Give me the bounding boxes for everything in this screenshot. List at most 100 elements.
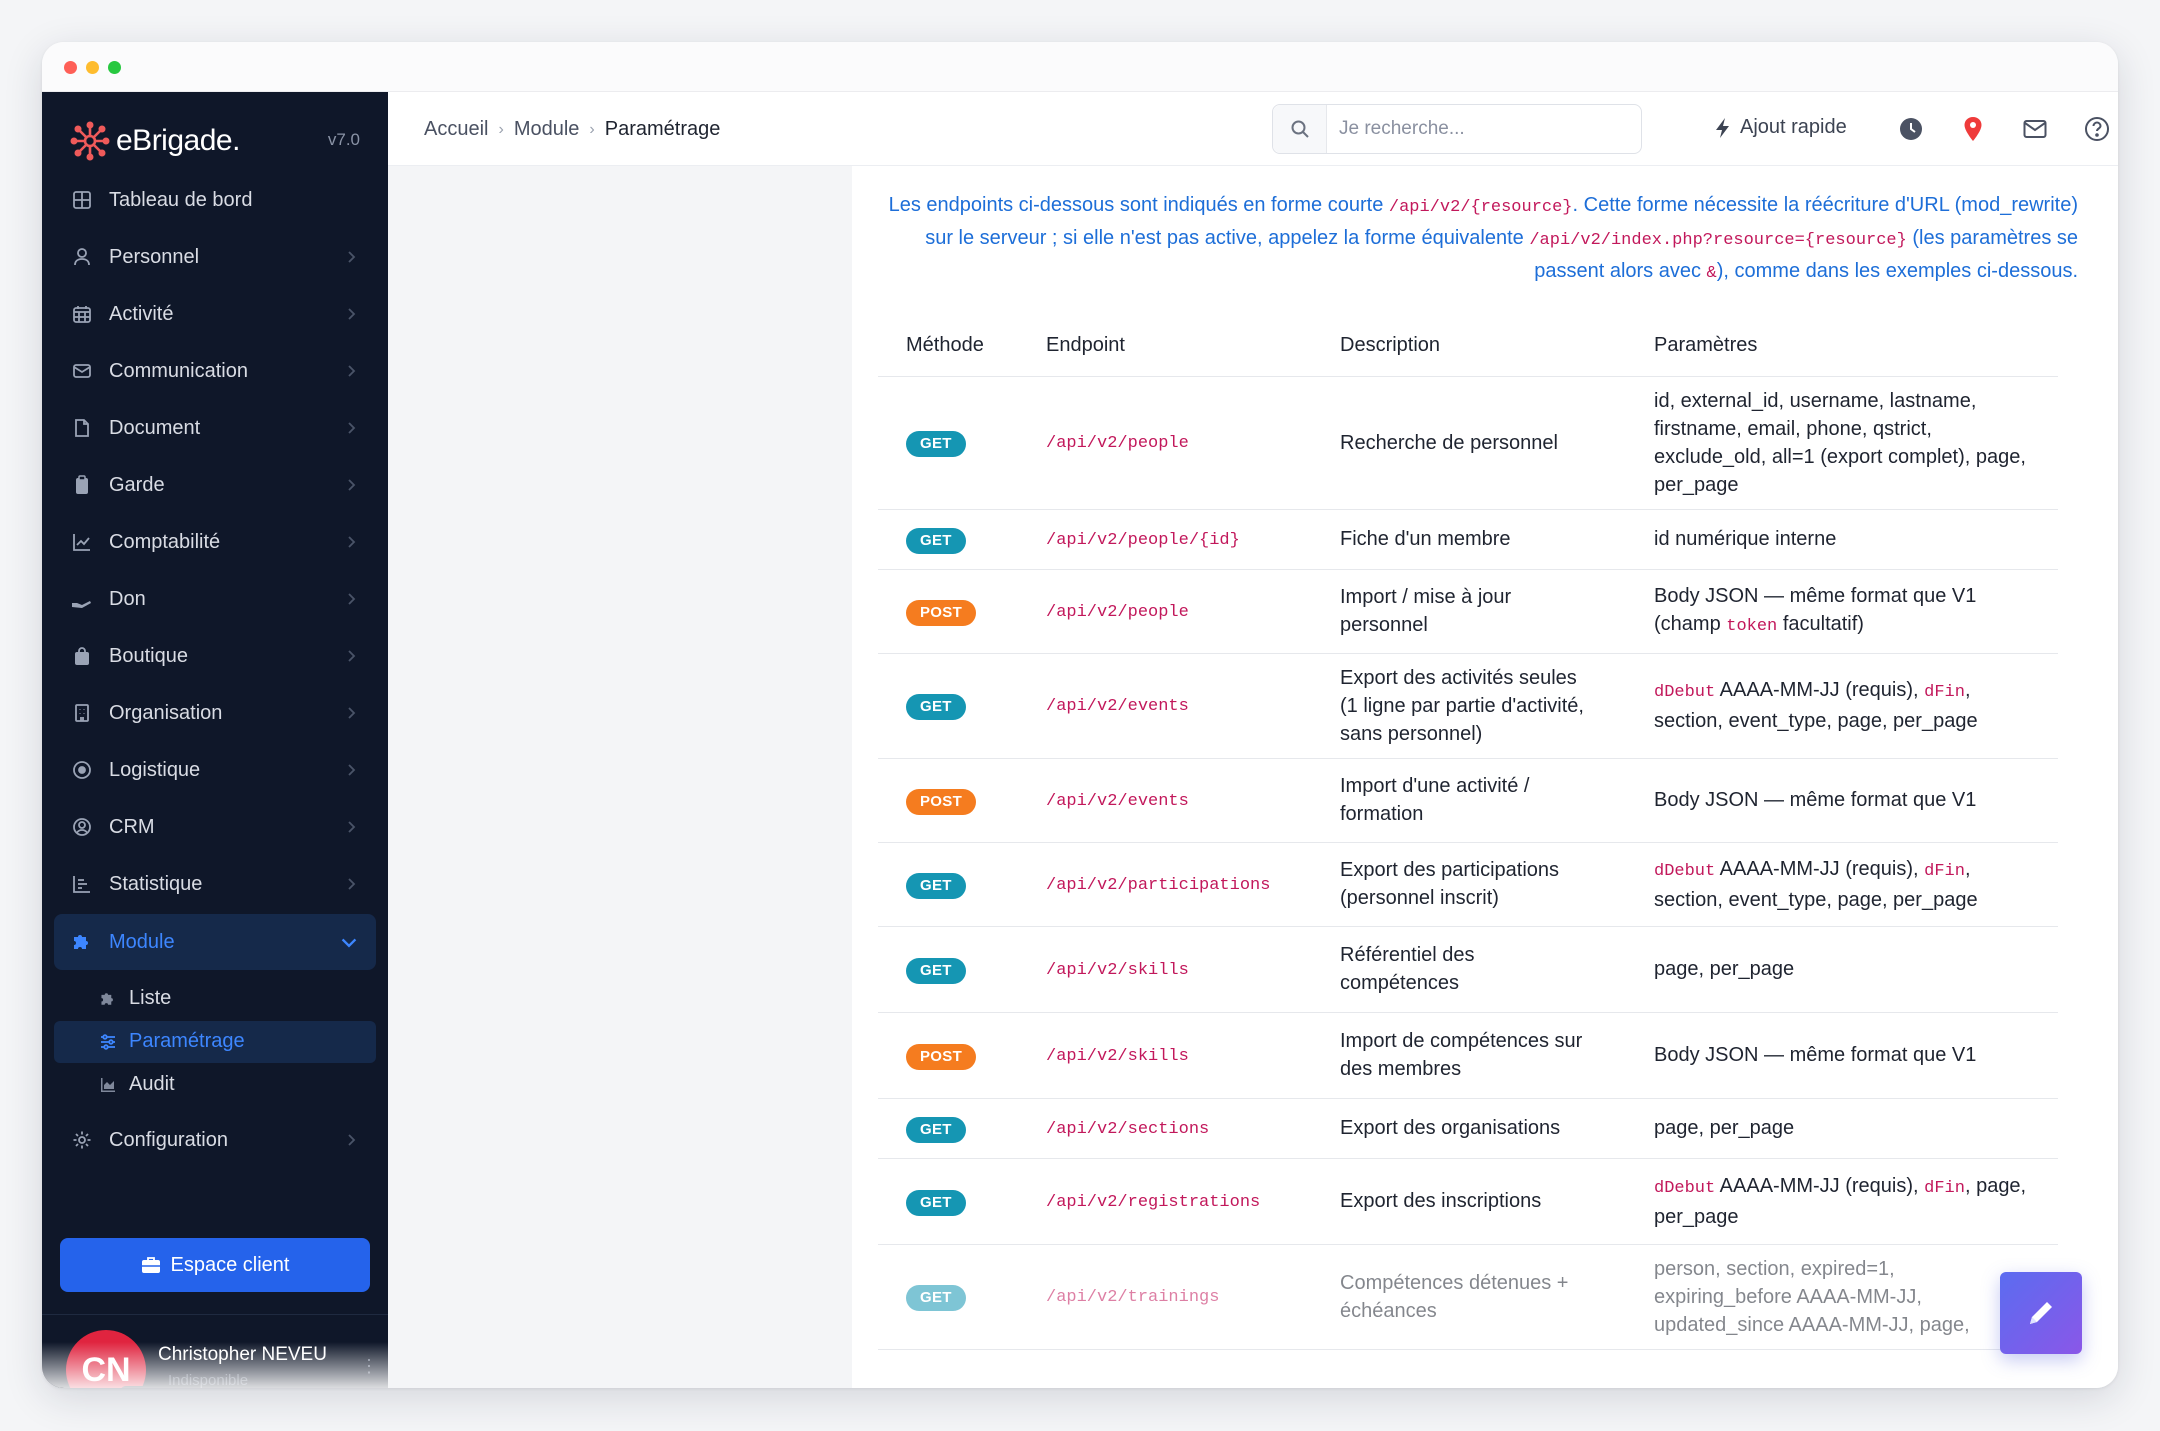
sliders-icon <box>98 1032 118 1052</box>
chevron-right-icon <box>348 422 356 434</box>
sidebar-item-module[interactable]: Module <box>54 914 376 970</box>
description-cell: Export des organisations <box>1312 1098 1626 1159</box>
sidebar-item-don[interactable]: Don <box>54 575 376 623</box>
params-cell: Body JSON — même format que V1 (champ to… <box>1626 569 2058 654</box>
history-clock-icon[interactable] <box>1896 114 1926 144</box>
sidebar-item-personnel[interactable]: Personnel <box>54 233 376 281</box>
table-row: GET /api/v2/people Recherche de personne… <box>878 376 2058 510</box>
endpoint-cell: /api/v2/skills <box>1018 1012 1312 1099</box>
sidebar-item-tableau-de-bord[interactable]: Tableau de bord <box>54 176 376 224</box>
column-header-description: Description <box>1312 316 1626 377</box>
sidebar-item-statistique[interactable]: Statistique <box>54 860 376 908</box>
user-name[interactable]: Christopher NEVEU <box>158 1344 327 1366</box>
chevron-right-icon <box>348 878 356 890</box>
divider <box>42 1314 388 1315</box>
edit-fab-button[interactable] <box>2000 1272 2082 1354</box>
sidebar-item-label: Logistique <box>109 758 201 781</box>
grid-icon <box>70 188 94 212</box>
endpoint-cell: /api/v2/people/{id} <box>1018 509 1312 570</box>
location-pin-icon[interactable] <box>1958 114 1988 144</box>
sidebar-item-label: Activité <box>109 302 174 325</box>
method-cell: GET <box>878 376 1018 510</box>
endpoint-note: Les endpoints ci-dessous sont indiqués e… <box>882 190 2078 289</box>
sidebar-subitem-label: Audit <box>129 1073 175 1095</box>
version-label: v7.0 <box>327 130 360 149</box>
avatar[interactable]: CN <box>66 1330 146 1388</box>
sidebar-subitem-audit[interactable]: Audit <box>54 1064 376 1106</box>
sidebar-item-crm[interactable]: CRM <box>54 803 376 851</box>
breadcrumb-module[interactable]: Module <box>514 118 580 141</box>
calendar-icon <box>70 302 94 326</box>
breadcrumb-home[interactable]: Accueil <box>424 118 488 141</box>
brand-logo-icon <box>70 121 110 161</box>
user-status: Indisponible <box>168 1372 249 1388</box>
chevron-right-icon <box>348 365 356 377</box>
note-code: /api/v2/index.php?resource={resource} <box>1529 231 1907 250</box>
endpoint-path: /api/v2/events <box>1046 697 1189 716</box>
help-icon[interactable] <box>2082 114 2112 144</box>
sidebar-item-comptabilite[interactable]: Comptabilité <box>54 518 376 566</box>
espace-client-button[interactable]: Espace client <box>60 1238 370 1292</box>
params-code: dDebut <box>1654 683 1716 702</box>
method-badge: GET <box>906 1116 966 1143</box>
quick-add-label: Ajout rapide <box>1740 116 1847 138</box>
note-text: Les endpoints ci-dessous sont indiqués e… <box>888 194 1389 216</box>
method-badge: GET <box>906 431 966 457</box>
sidebar-item-configuration[interactable]: Configuration <box>54 1116 376 1164</box>
maximize-window-button[interactable] <box>108 61 121 74</box>
endpoint-cell: /api/v2/people <box>1018 376 1312 510</box>
search-input[interactable] <box>1339 116 1629 142</box>
sidebar-subitem-liste[interactable]: Liste <box>54 978 376 1020</box>
params-cell: id numérique interne <box>1626 509 2058 570</box>
params-text: AAAA-MM-JJ (requis), <box>1715 1174 1925 1197</box>
breadcrumb-separator: › <box>589 120 595 138</box>
sidebar-item-label: Boutique <box>109 644 188 667</box>
pencil-icon <box>2030 1302 2052 1324</box>
params-text: facultatif) <box>1777 612 1864 635</box>
mail-icon[interactable] <box>2020 114 2050 144</box>
close-window-button[interactable] <box>64 61 77 74</box>
endpoint-path: /api/v2/people <box>1046 434 1189 453</box>
endpoint-path: /api/v2/trainings <box>1046 1288 1220 1307</box>
sidebar-item-garde[interactable]: Garde <box>54 461 376 509</box>
table-row: GET /api/v2/people/{id} Fiche d'un membr… <box>878 509 2058 570</box>
minimize-window-button[interactable] <box>86 61 99 74</box>
endpoint-path: /api/v2/events <box>1046 791 1189 811</box>
params-cell: id, external_id, username, lastname, fir… <box>1626 376 2058 510</box>
table-row: GET /api/v2/registrations Export des ins… <box>878 1158 2058 1245</box>
description-cell: Import / mise à jour personnel <box>1312 569 1626 654</box>
sidebar-subitem-parametrage[interactable]: Paramétrage <box>54 1021 376 1063</box>
user-icon <box>70 245 94 269</box>
bag-icon <box>70 644 94 668</box>
endpoint-cell: /api/v2/people <box>1018 569 1312 654</box>
chevron-right-icon <box>348 1134 356 1146</box>
briefcase-icon <box>141 1257 160 1273</box>
puzzle-icon <box>70 930 94 954</box>
method-badge: GET <box>906 694 966 720</box>
params-cell: dDebut AAAA-MM-JJ (requis), dFin, page, … <box>1626 1158 2058 1245</box>
quick-add-button[interactable]: Ajout rapide <box>1714 116 1847 139</box>
sidebar-item-label: Tableau de bord <box>109 188 253 211</box>
note-text: ), comme dans les exemples ci-dessous. <box>1716 260 2078 282</box>
brand[interactable]: eBrigade. <box>70 118 240 164</box>
sidebar-item-logistique[interactable]: Logistique <box>54 746 376 794</box>
description-cell: Référentiel des compétences <box>1312 926 1626 1013</box>
sidebar-item-label: Garde <box>109 473 165 496</box>
more-options-icon[interactable]: ⋮ <box>360 1356 378 1377</box>
sidebar-item-communication[interactable]: Communication <box>54 347 376 395</box>
sidebar-item-label: Document <box>109 416 201 439</box>
method-badge: GET <box>906 872 966 899</box>
params-cell: dDebut AAAA-MM-JJ (requis), dFin, sectio… <box>1626 653 2058 759</box>
params-cell: Body JSON — même format que V1 <box>1626 758 2058 843</box>
search-icon[interactable] <box>1273 105 1327 153</box>
topbar: Accueil › Module › Paramétrage Ajout rap… <box>388 92 2118 166</box>
params-code: dDebut <box>1654 861 1716 881</box>
sidebar-item-activite[interactable]: Activité <box>54 290 376 338</box>
sidebar-item-organisation[interactable]: Organisation <box>54 689 376 737</box>
params-code: dFin <box>1924 861 1965 881</box>
breadcrumb-separator: › <box>498 120 504 138</box>
description-cell: Export des participations (personnel ins… <box>1312 842 1626 927</box>
chevron-right-icon <box>348 764 356 776</box>
sidebar-item-document[interactable]: Document <box>54 404 376 452</box>
sidebar-item-boutique[interactable]: Boutique <box>54 632 376 680</box>
